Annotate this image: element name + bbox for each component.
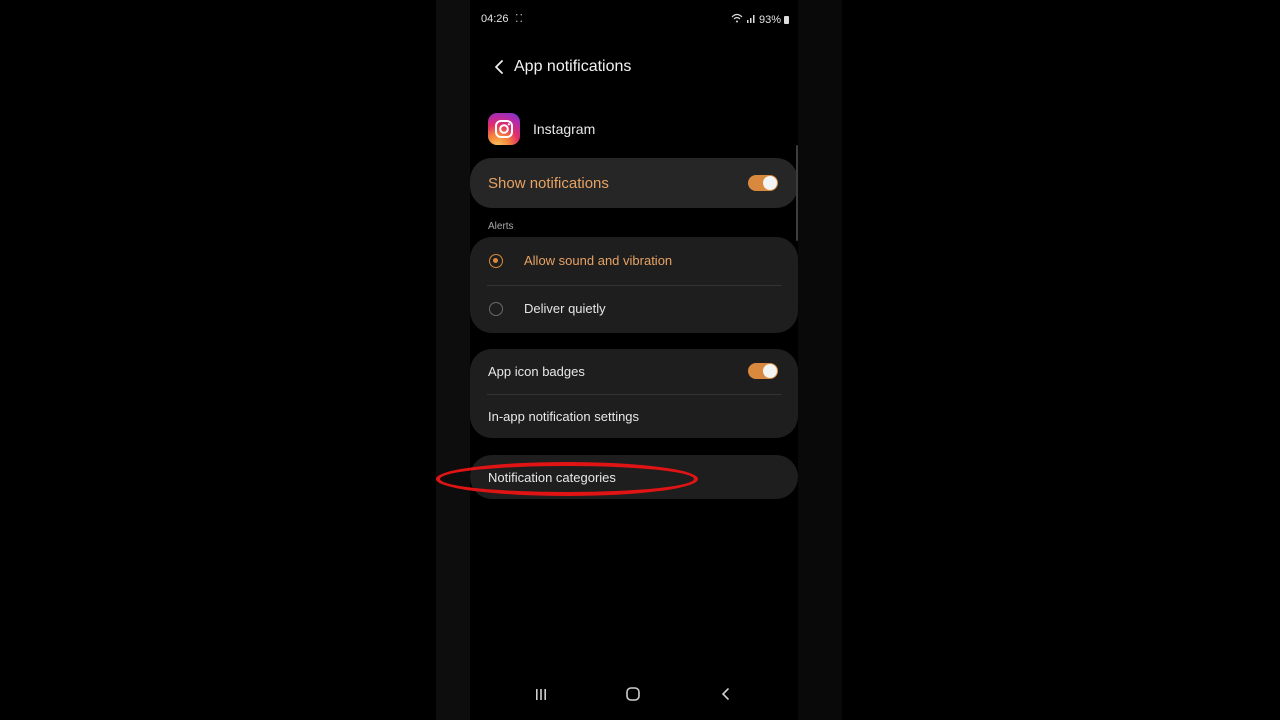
red-highlight-ellipse bbox=[436, 462, 698, 496]
app-name: Instagram bbox=[533, 121, 596, 137]
show-notifications-toggle[interactable] bbox=[748, 175, 778, 191]
alerts-card: Allow sound and vibration Deliver quietl… bbox=[470, 237, 798, 333]
wifi-icon bbox=[731, 13, 743, 26]
recent-apps-icon[interactable] bbox=[521, 680, 561, 708]
video-frame-left bbox=[436, 0, 470, 720]
alert-option-sound[interactable]: Allow sound and vibration bbox=[470, 237, 798, 285]
signal-icon bbox=[746, 13, 756, 26]
app-icon-badges-label: App icon badges bbox=[488, 364, 585, 379]
home-icon[interactable] bbox=[613, 680, 653, 708]
in-app-settings-row[interactable]: In-app notification settings bbox=[470, 394, 798, 438]
alert-option-quiet-label: Deliver quietly bbox=[524, 301, 606, 316]
header: App notifications bbox=[484, 52, 631, 82]
status-time: 04:26 bbox=[481, 13, 509, 25]
status-bar: 04:26 ⁚⁚ 93% bbox=[481, 13, 789, 29]
app-icon-badges-row[interactable]: App icon badges bbox=[470, 349, 798, 394]
show-notifications-row[interactable]: Show notifications bbox=[470, 158, 798, 208]
alerts-section-label: Alerts bbox=[488, 221, 514, 232]
radio-sound[interactable] bbox=[489, 254, 503, 268]
in-app-settings-label: In-app notification settings bbox=[488, 409, 640, 424]
notification-dots-icon: ⁚⁚ bbox=[515, 13, 524, 25]
radio-quiet[interactable] bbox=[489, 302, 503, 316]
app-icon-badges-toggle[interactable] bbox=[748, 363, 778, 379]
battery-icon bbox=[784, 15, 789, 24]
status-right: 93% bbox=[731, 13, 789, 26]
video-frame-right bbox=[798, 0, 842, 720]
navigation-bar bbox=[470, 680, 798, 708]
battery-percent: 93% bbox=[758, 13, 781, 26]
alert-option-sound-label: Allow sound and vibration bbox=[524, 253, 673, 268]
app-info: Instagram bbox=[488, 113, 595, 145]
back-icon[interactable] bbox=[484, 52, 514, 82]
alert-option-quiet[interactable]: Deliver quietly bbox=[470, 285, 798, 333]
back-nav-icon[interactable] bbox=[706, 680, 746, 708]
phone-screen: 04:26 ⁚⁚ 93% App notifications Instagram… bbox=[470, 0, 798, 720]
scrollbar[interactable] bbox=[796, 145, 798, 241]
show-notifications-label: Show notifications bbox=[488, 175, 609, 192]
badges-card: App icon badges In-app notification sett… bbox=[470, 349, 798, 438]
page-title: App notifications bbox=[514, 58, 632, 75]
instagram-icon bbox=[488, 113, 520, 145]
